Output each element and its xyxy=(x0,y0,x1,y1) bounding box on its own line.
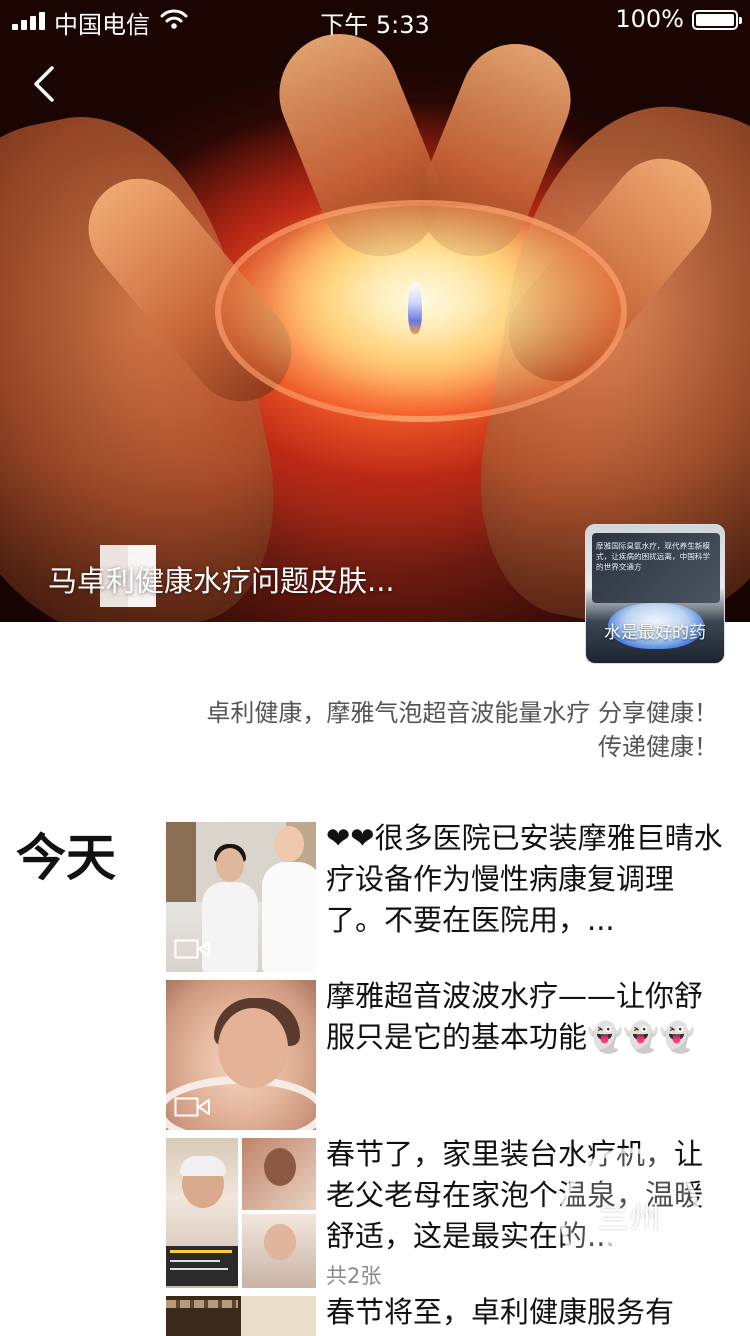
video-camera-icon xyxy=(174,939,210,959)
post-text: ❤❤很多医院已安装摩雅巨晴水疗设备作为慢性病康复调理了。不要在医院用，... xyxy=(326,821,723,937)
profile-signature: 卓利健康，摩雅气泡超音波能量水疗 分享健康！ 传递健康！ xyxy=(100,696,718,764)
video-camera-icon xyxy=(174,1097,210,1117)
signature-line-2: 传递健康！ xyxy=(598,733,718,761)
battery-percent: 100% xyxy=(615,5,684,33)
cover-title: 马卓利健康水疗问题皮肤... xyxy=(48,564,395,598)
signature-line-1: 卓利健康，摩雅气泡超音波能量水疗 分享健康！ xyxy=(206,699,718,727)
moment-post[interactable]: ❤❤很多医院已安装摩雅巨晴水疗设备作为慢性病康复调理了。不要在医院用，... xyxy=(166,821,736,972)
moment-post[interactable]: 摩雅超音波波水疗——让你舒服只是它的基本功能👻👻👻 xyxy=(166,979,736,1130)
watermark-subtitle: 看 新 闻 xyxy=(604,1240,656,1256)
post-thumbnail[interactable] xyxy=(166,1296,316,1336)
back-chevron-icon[interactable] xyxy=(28,64,64,104)
image-count: 共2张 xyxy=(326,1264,382,1288)
post-thumbnail-grid[interactable] xyxy=(166,1138,316,1288)
avatar-caption: 摩雅国际臭氧水疗，现代养生新模式，让疾病的困扰远离，中国科学的世界交通方 xyxy=(596,541,710,572)
status-bar: 中国电信 下午 5:33 100% xyxy=(0,0,750,40)
moment-post[interactable]: 春节将至，卓利健康服务有 xyxy=(166,1295,736,1336)
profile-avatar[interactable]: 摩雅国际臭氧水疗，现代养生新模式，让疾病的困扰远离，中国科学的世界交通方 水是最… xyxy=(585,524,725,664)
watermark-logo: 兰州 看 新 闻 xyxy=(560,1148,700,1288)
post-text: 摩雅超音波波水疗——让你舒服只是它的基本功能👻👻👻 xyxy=(326,979,704,1054)
watermark-title: 兰州 xyxy=(598,1201,662,1236)
post-thumbnail[interactable] xyxy=(166,822,316,972)
avatar-slogan: 水是最好的药 xyxy=(604,623,706,643)
post-text: 春节将至，卓利健康服务有 xyxy=(326,1295,675,1329)
battery-icon xyxy=(692,10,742,30)
candle-flame xyxy=(408,282,422,334)
post-thumbnail[interactable] xyxy=(166,980,316,1130)
day-label: 今天 xyxy=(16,829,116,887)
